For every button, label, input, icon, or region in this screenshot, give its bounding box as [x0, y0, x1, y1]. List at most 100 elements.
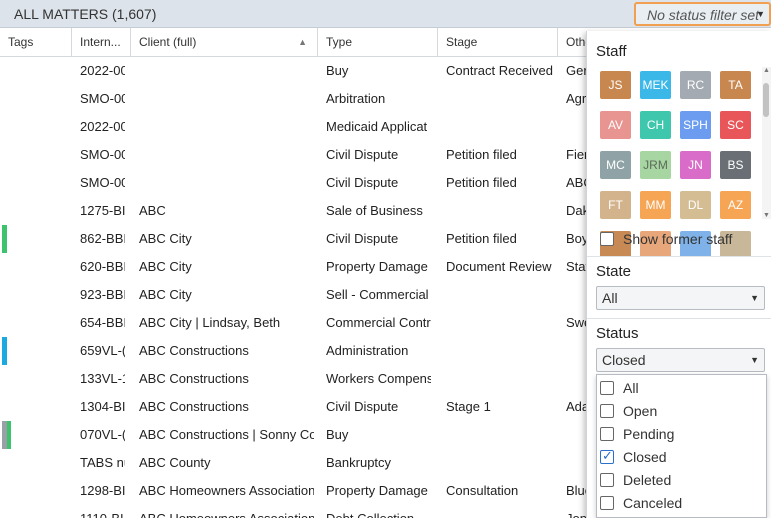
checkbox-box[interactable]: [600, 496, 614, 510]
cell-stage: Petition filed: [446, 231, 517, 246]
staff-chip[interactable]: MEK: [640, 71, 671, 99]
cell-intern: 070VL-(: [80, 427, 125, 442]
cell-intern: 659VL-(: [80, 343, 125, 358]
staff-chip[interactable]: SC: [720, 111, 751, 139]
cell-intern: 1304-BI: [80, 399, 125, 414]
cell-client: ABC City: [139, 287, 192, 302]
cell-type: Sell - Commercial: [326, 287, 429, 302]
checkbox-box[interactable]: [600, 381, 614, 395]
status-option-label: Pending: [623, 426, 675, 442]
staff-chip[interactable]: CH: [640, 111, 671, 139]
staff-chip[interactable]: FT: [600, 191, 631, 219]
cell-type: Buy: [326, 63, 349, 78]
staff-chip[interactable]: MC: [600, 151, 631, 179]
cell-type: Medicaid Applicat: [326, 119, 428, 134]
cell-type: Buy: [326, 427, 349, 442]
column-header-type[interactable]: Type: [318, 28, 438, 56]
cell-client: ABC: [139, 203, 166, 218]
scroll-up-icon[interactable]: ▲: [763, 67, 770, 74]
cell-stage: Petition filed: [446, 147, 517, 162]
cell-client: ABC County: [139, 455, 211, 470]
staff-section-title: Staff: [596, 43, 627, 60]
cell-client: ABC Constructions: [139, 399, 249, 414]
state-select[interactable]: All ▼: [596, 286, 765, 310]
cell-client: [139, 85, 314, 113]
cell-intern: SMO-00: [80, 91, 125, 106]
checkbox-box[interactable]: [600, 427, 614, 441]
filter-panel: Staff JS MEK RC TA AV CH SPH SC MC JRM JN BS FT MM DL A…: [586, 31, 771, 518]
chevron-down-icon: ▼: [756, 9, 765, 19]
cell-type: Workers Compens: [326, 371, 431, 386]
chevron-down-icon: ▼: [750, 293, 759, 303]
column-header-internal[interactable]: Intern...: [72, 28, 131, 56]
cell-client: ABC City | Lindsay, Beth: [139, 315, 281, 330]
status-option-label: All: [623, 380, 639, 396]
column-header-tags[interactable]: Tags: [0, 28, 72, 56]
divider: [587, 256, 771, 257]
cell-intern: SMO-00: [80, 175, 125, 190]
cell-stage: [446, 197, 558, 225]
staff-chip[interactable]: JN: [680, 151, 711, 179]
checkbox-box[interactable]: [600, 404, 614, 418]
cell-type: Property Damage: [326, 483, 428, 498]
staff-chip[interactable]: AZ: [720, 191, 751, 219]
status-option-label: Closed: [623, 449, 667, 465]
cell-client: ABC Constructions | Sonny Co: [139, 427, 314, 442]
cell-stage: [446, 337, 558, 365]
cell-type: Civil Dispute: [326, 231, 399, 246]
cell-stage: Stage 1: [446, 399, 491, 414]
staff-grid: JS MEK RC TA AV CH SPH SC MC JRM JN BS FT MM DL AZ: [587, 67, 762, 257]
cell-stage: [446, 505, 558, 518]
cell-client: [139, 57, 314, 85]
staff-chip[interactable]: TA: [720, 71, 751, 99]
cell-intern: 1298-BI: [80, 483, 125, 498]
scroll-down-icon[interactable]: ▼: [763, 212, 770, 219]
chevron-down-icon: ▼: [750, 355, 759, 365]
cell-stage: [446, 281, 558, 309]
cell-intern: 1110-BI: [80, 505, 125, 518]
matters-title-bar: ALL MATTERS (1,607) No status filter set…: [0, 0, 771, 28]
status-select[interactable]: Closed ▼: [596, 348, 765, 372]
cell-stage: [446, 85, 558, 113]
column-header-stage[interactable]: Stage: [438, 28, 558, 56]
divider: [587, 318, 771, 319]
checkbox-box[interactable]: [600, 232, 614, 246]
state-section-title: State: [596, 263, 632, 280]
staff-chip[interactable]: AV: [600, 111, 631, 139]
staff-scrollbar[interactable]: ▲ ▼: [762, 67, 771, 219]
status-filter-button[interactable]: No status filter set ▼: [634, 2, 771, 26]
cell-stage: Document Review: [446, 259, 552, 274]
status-select-value: Closed: [602, 352, 646, 368]
staff-chip[interactable]: RC: [680, 71, 711, 99]
status-option-label: Open: [623, 403, 658, 419]
cell-client: [139, 141, 314, 169]
cell-type: Sale of Business: [326, 203, 423, 218]
staff-chip[interactable]: SPH: [680, 111, 711, 139]
checkmark-icon[interactable]: [600, 448, 614, 464]
cell-type: Property Damage: [326, 259, 428, 274]
staff-chip[interactable]: MM: [640, 191, 671, 219]
cell-stage: [446, 421, 558, 449]
show-former-staff-label: Show former staff: [623, 231, 733, 247]
staff-chip[interactable]: JRM: [640, 151, 671, 179]
tag-color-marker: [7, 421, 11, 449]
staff-chip[interactable]: DL: [680, 191, 711, 219]
scrollbar-thumb[interactable]: [763, 83, 769, 117]
tag-color-marker: [2, 225, 7, 253]
cell-client: ABC Constructions: [139, 371, 249, 386]
cell-type: Arbitration: [326, 91, 386, 106]
staff-chip[interactable]: JS: [600, 71, 631, 99]
cell-intern: 923-BBI: [80, 287, 125, 302]
status-dropdown-list: All Open Pending Closed Deleted Canceled: [596, 374, 767, 518]
page-title: ALL MATTERS (1,607): [14, 6, 157, 22]
checkbox-box[interactable]: [600, 473, 614, 487]
cell-stage: [446, 113, 558, 141]
column-header-client[interactable]: Client (full) ▲: [131, 28, 318, 56]
cell-type: Administration: [326, 343, 409, 358]
status-section-title: Status: [596, 325, 639, 342]
cell-stage: [446, 365, 558, 393]
cell-intern: 1275-BI: [80, 203, 125, 218]
staff-chip[interactable]: BS: [720, 151, 751, 179]
sort-ascending-icon: ▲: [298, 37, 307, 47]
cell-client: [139, 113, 314, 141]
